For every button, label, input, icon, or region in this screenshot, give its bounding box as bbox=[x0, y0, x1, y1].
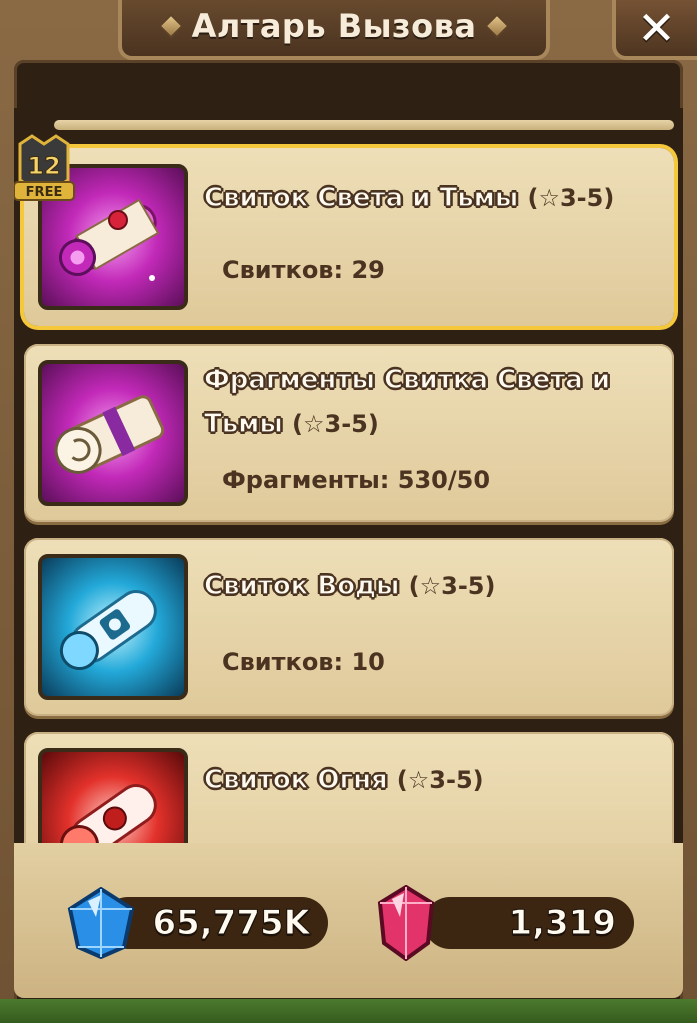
fire-scroll-icon bbox=[38, 748, 188, 843]
gem-amount: 1,319 bbox=[508, 903, 617, 944]
fragment-count: Фрагменты: 530/50 bbox=[222, 466, 491, 494]
scroll-name-text-line2: Тьмы bbox=[203, 408, 283, 439]
background-grass bbox=[0, 999, 697, 1023]
currency-bar: 65,775K 1,319 bbox=[14, 843, 683, 998]
star-range: (☆3-5) bbox=[527, 184, 615, 212]
title-plate: Алтарь Вызова bbox=[118, 0, 550, 60]
star-range: (☆3-5) bbox=[408, 572, 496, 600]
free-badge-text: FREE bbox=[26, 185, 63, 200]
list-item-light-dark-scroll[interactable]: 12 FREE Свиток Света и Тьмы (☆3-5) Свитк… bbox=[14, 134, 674, 326]
scroll-name: Свиток Огня (☆3-5) bbox=[203, 758, 484, 802]
scroll-name-text: Фрагменты Свитка Света и bbox=[203, 364, 611, 395]
scroll-name-text: Свиток Света и Тьмы bbox=[203, 182, 519, 213]
free-summon-badge: 12 FREE bbox=[14, 134, 76, 206]
scroll-name: Фрагменты Свитка Света и Тьмы (☆3-5) bbox=[203, 358, 664, 446]
page-title: Алтарь Вызова bbox=[191, 7, 477, 45]
list-top-divider bbox=[54, 120, 674, 130]
close-button[interactable]: ✕ bbox=[612, 0, 697, 60]
star-range: (☆3-5) bbox=[396, 766, 484, 794]
red-gem-icon bbox=[377, 885, 435, 961]
free-badge-number: 12 bbox=[27, 152, 60, 180]
scroll-name-text: Свиток Огня bbox=[203, 764, 388, 795]
scroll-count: Свитков: 29 bbox=[222, 256, 385, 284]
blue-crystal-icon bbox=[67, 887, 135, 959]
scroll-list[interactable]: 12 FREE Свиток Света и Тьмы (☆3-5) Свитк… bbox=[14, 108, 683, 843]
window-frame: Алтарь Вызова ✕ 12 FREE Свиток Света и Т… bbox=[0, 0, 697, 1023]
list-item-water-scroll[interactable]: Свиток Воды (☆3-5) Свитков: 10 bbox=[24, 538, 674, 716]
crystal-amount: 65,775K bbox=[152, 903, 311, 944]
list-item-fire-scroll[interactable]: Свиток Огня (☆3-5) bbox=[24, 732, 674, 843]
title-ornament-left-icon bbox=[157, 13, 184, 39]
light-dark-fragment-icon bbox=[38, 360, 188, 506]
close-icon: ✕ bbox=[637, 1, 676, 55]
scroll-name: Свиток Воды (☆3-5) bbox=[203, 564, 496, 608]
list-item-light-dark-fragments[interactable]: Фрагменты Свитка Света и Тьмы (☆3-5) Фра… bbox=[24, 344, 674, 522]
water-scroll-icon bbox=[38, 554, 188, 700]
title-ornament-right-icon bbox=[484, 13, 511, 39]
scroll-name-text: Свиток Воды bbox=[203, 570, 400, 601]
gem-counter[interactable]: 1,319 bbox=[424, 897, 634, 949]
star-range: (☆3-5) bbox=[292, 410, 379, 438]
scroll-count: Свитков: 10 bbox=[222, 648, 385, 676]
scroll-name: Свиток Света и Тьмы (☆3-5) bbox=[203, 176, 615, 220]
